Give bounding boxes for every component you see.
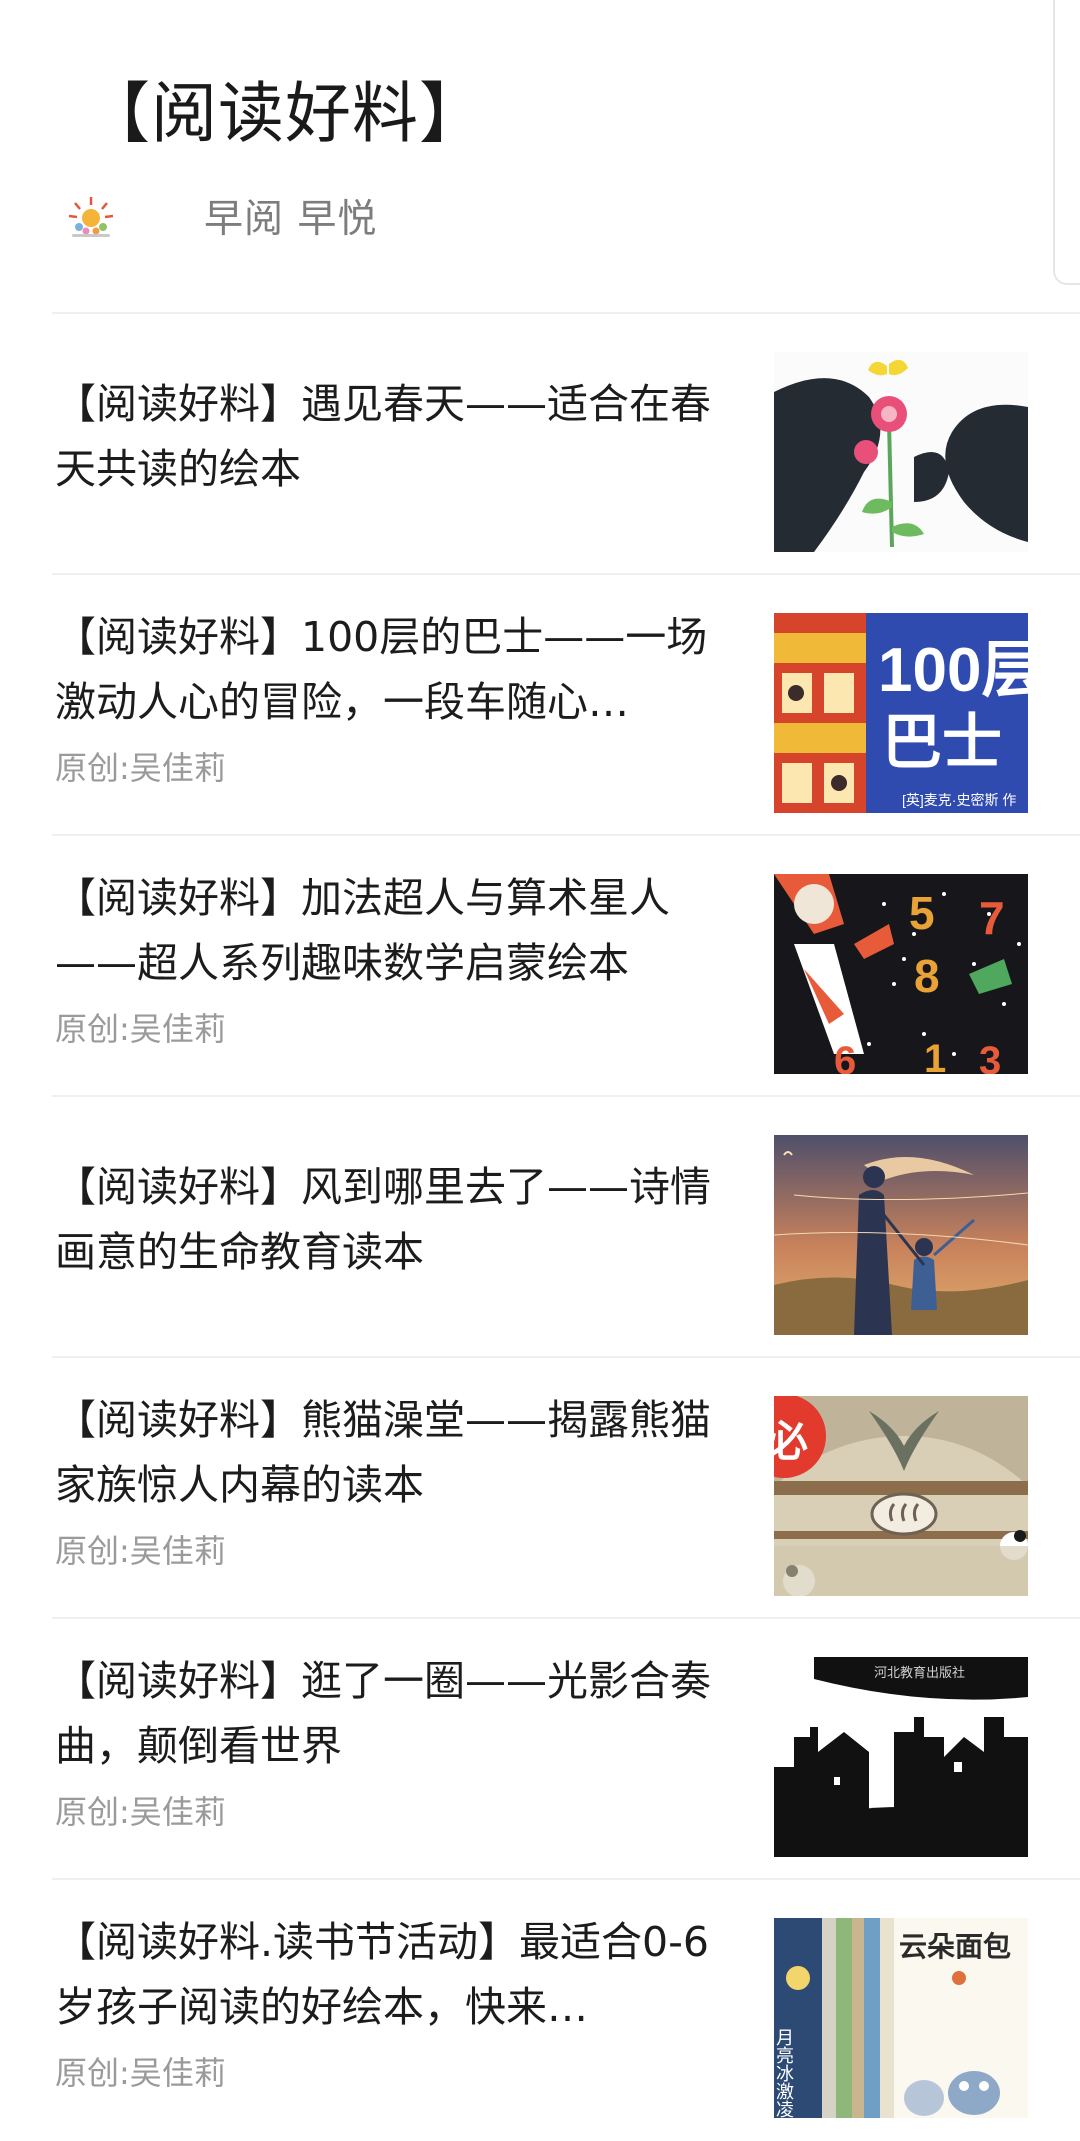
article-item[interactable]: 【阅读好料】风到哪里去了——诗情画意的生命教育读本 [52,1097,1080,1358]
digit-8: 8 [914,950,940,1002]
article-item[interactable]: 【阅读好料.读书节活动】最适合0-6岁孩子阅读的好绘本，快来… 原创:吴佳莉 月… [52,1880,1080,2141]
digit-6: 6 [834,1039,856,1074]
book-spines-collage: 月亮冰激凌 云朵面包 [774,1918,1028,2118]
account-row[interactable]: 早阅 早悦 [66,186,377,246]
bus-book-cover: 100层 巴士 [英]麦克·史密斯 作 [774,613,1028,813]
cover-subtitle-text: 巴士 [882,709,1002,776]
digit-7: 7 [979,892,1005,944]
side-panel-edge [1053,0,1080,285]
right-book-title: 云朵面包 [899,1931,1011,1962]
page-title: 【阅读好料】 [84,75,486,152]
sign-character: 必 [774,1418,808,1465]
article-thumbnail[interactable]: 必 [774,1396,1028,1596]
article-item[interactable]: 【阅读好料】加法超人与算术星人——超人系列趣味数学启蒙绘本 原创:吴佳莉 5 7 [52,836,1080,1097]
digit-1: 1 [924,1037,946,1074]
article-author: 原创:吴佳莉 [55,1532,226,1570]
article-title[interactable]: 【阅读好料.读书节活动】最适合0-6岁孩子阅读的好绘本，快来… [55,1910,745,2040]
publisher-text: 河北教育出版社 [874,1665,965,1680]
silhouette-town-cover: 河北教育出版社 [774,1657,1028,1857]
digit-3: 3 [979,1039,1001,1074]
article-author: 原创:吴佳莉 [55,1010,226,1048]
article-text: 【阅读好料】熊猫澡堂——揭露熊猫家族惊人内幕的读本 原创:吴佳莉 [55,1358,745,1617]
article-title[interactable]: 【阅读好料】风到哪里去了——诗情画意的生命教育读本 [55,1155,745,1285]
article-author: 原创:吴佳莉 [55,2054,226,2092]
article-text: 【阅读好料】100层的巴士——一场激动人心的冒险，一段车随心… 原创:吴佳莉 [55,575,745,834]
article-text: 【阅读好料.读书节活动】最适合0-6岁孩子阅读的好绘本，快来… 原创:吴佳莉 [55,1880,745,2141]
digit-5: 5 [909,887,935,939]
article-author: 原创:吴佳莉 [55,1793,226,1831]
article-text: 【阅读好料】遇见春天——适合在春天共读的绘本 [55,314,745,573]
article-thumbnail[interactable] [774,352,1028,552]
article-item[interactable]: 【阅读好料】熊猫澡堂——揭露熊猫家族惊人内幕的读本 原创:吴佳莉 必 [52,1358,1080,1619]
cover-credit-text: [英]麦克·史密斯 作 [902,792,1016,808]
article-text: 【阅读好料】风到哪里去了——诗情画意的生命教育读本 [55,1097,745,1356]
article-title[interactable]: 【阅读好料】100层的巴士——一场激动人心的冒险，一段车随心… [55,605,745,735]
article-text: 【阅读好料】逛了一圈——光影合奏曲，颠倒看世界 原创:吴佳莉 [55,1619,745,1878]
article-thumbnail[interactable] [774,1135,1028,1335]
article-item[interactable]: 【阅读好料】逛了一圈——光影合奏曲，颠倒看世界 原创:吴佳莉 河北教育出版社 [52,1619,1080,1880]
article-title[interactable]: 【阅读好料】熊猫澡堂——揭露熊猫家族惊人内幕的读本 [55,1388,745,1518]
article-title[interactable]: 【阅读好料】加法超人与算术星人——超人系列趣味数学启蒙绘本 [55,866,745,996]
article-title[interactable]: 【阅读好料】逛了一圈——光影合奏曲，颠倒看世界 [55,1649,745,1779]
cover-title-text: 100层 [878,636,1028,705]
math-superhero-illustration: 5 7 8 6 1 3 [774,874,1028,1074]
spring-flower-illustration [774,352,1028,552]
article-list: 【阅读好料】遇见春天——适合在春天共读的绘本 【阅读好料】100层的巴士——一场… [0,314,1080,2141]
article-thumbnail[interactable]: 河北教育出版社 [774,1657,1028,1857]
article-item[interactable]: 【阅读好料】100层的巴士——一场激动人心的冒险，一段车随心… 原创:吴佳莉 1… [52,575,1080,836]
article-thumbnail[interactable]: 月亮冰激凌 云朵面包 [774,1918,1028,2118]
account-logo-icon [68,197,114,237]
account-name[interactable]: 早阅 早悦 [204,188,377,244]
article-text: 【阅读好料】加法超人与算术星人——超人系列趣味数学启蒙绘本 原创:吴佳莉 [55,836,745,1095]
article-item[interactable]: 【阅读好料】遇见春天——适合在春天共读的绘本 [52,314,1080,575]
article-author: 原创:吴佳莉 [55,749,226,787]
article-thumbnail[interactable]: 100层 巴士 [英]麦克·史密斯 作 [774,613,1028,813]
article-title[interactable]: 【阅读好料】遇见春天——适合在春天共读的绘本 [55,372,745,502]
left-book-title: 月亮冰激凌 [774,2028,794,2118]
panda-bathhouse-illustration: 必 [774,1396,1028,1596]
article-thumbnail[interactable]: 5 7 8 6 1 3 [774,874,1028,1074]
wind-mother-child-illustration [774,1135,1028,1335]
